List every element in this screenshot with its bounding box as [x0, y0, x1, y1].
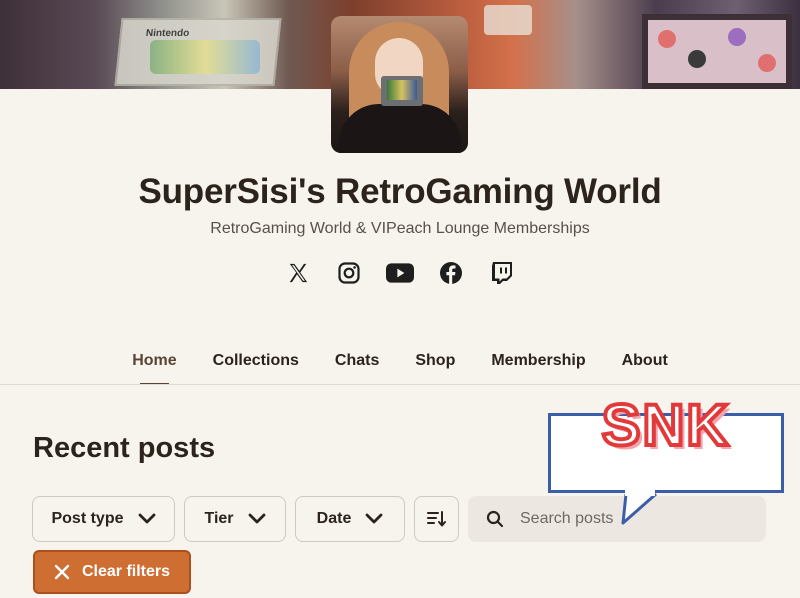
tab-home[interactable]: Home [114, 352, 194, 385]
chevron-down-icon [248, 513, 265, 524]
chevron-down-icon [365, 513, 383, 524]
tab-about[interactable]: About [604, 352, 686, 382]
tab-chats[interactable]: Chats [317, 352, 397, 382]
snk-sticker: SNK [548, 391, 788, 526]
date-label: Date [316, 510, 352, 527]
youtube-icon[interactable] [386, 259, 414, 287]
tab-membership[interactable]: Membership [473, 352, 603, 382]
page-title: SuperSisi's RetroGaming World [138, 172, 662, 211]
tier-filter[interactable]: Tier [184, 496, 286, 542]
box-art [150, 40, 260, 74]
sort-button[interactable] [414, 496, 459, 542]
post-type-filter[interactable]: Post type [32, 496, 175, 542]
instagram-icon[interactable] [335, 259, 363, 287]
x-icon[interactable] [284, 259, 312, 287]
tab-shop[interactable]: Shop [397, 352, 473, 382]
cup-image [484, 5, 532, 35]
clear-filters-label: Clear filters [81, 563, 171, 580]
close-icon [54, 564, 70, 580]
facebook-icon[interactable] [437, 259, 465, 287]
social-links [284, 258, 516, 288]
post-type-label: Post type [51, 510, 124, 527]
framed-art [642, 14, 792, 89]
twitch-icon[interactable] [488, 259, 516, 287]
tab-collections[interactable]: Collections [195, 352, 317, 382]
creator-avatar[interactable] [331, 16, 468, 153]
main-nav-tabs: Home Collections Chats Shop Membership A… [0, 352, 800, 385]
tier-label: Tier [204, 510, 234, 527]
sort-icon [426, 511, 446, 527]
box-label: Nintendo [145, 28, 190, 39]
chevron-down-icon [138, 513, 155, 524]
gameboy-image [381, 76, 423, 106]
snk-logo-text: SNK [600, 391, 731, 460]
date-filter[interactable]: Date [295, 496, 405, 542]
recent-posts-heading: Recent posts [33, 432, 216, 464]
clear-filters-button[interactable]: Clear filters [33, 550, 191, 594]
search-icon [486, 510, 504, 528]
tabs-divider [0, 384, 800, 385]
page-subtitle: RetroGaming World & VIPeach Lounge Membe… [210, 220, 590, 237]
